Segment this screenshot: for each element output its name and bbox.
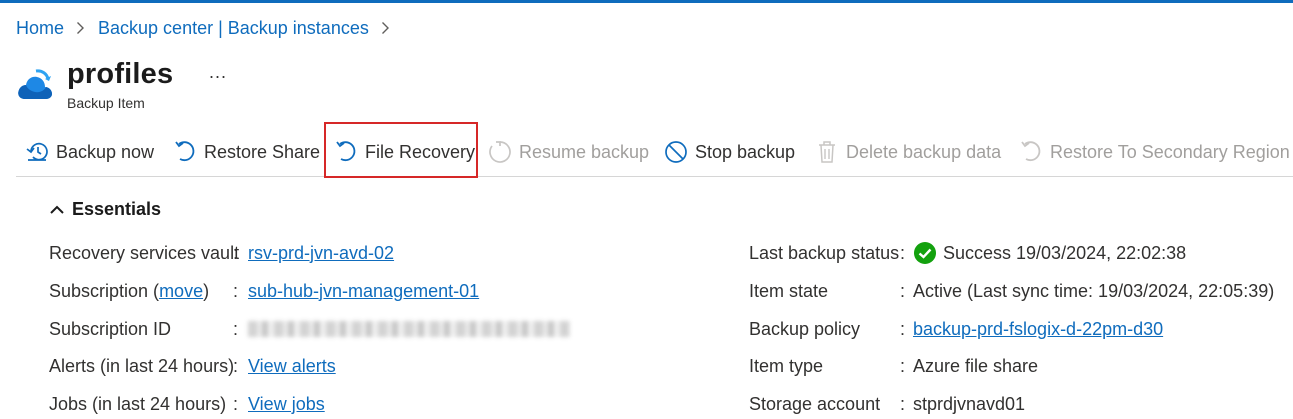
item-type-value: Azure file share (913, 355, 1039, 376)
page-subtitle: Backup Item (67, 95, 145, 111)
scroll-indicator (1287, 206, 1291, 210)
backup-now-button[interactable]: Backup now (24, 130, 154, 174)
stop-backup-button[interactable]: Stop backup (663, 130, 795, 174)
field-colon: : (900, 242, 906, 263)
field-label: Last backup status (749, 242, 900, 263)
move-subscription-link[interactable]: move (159, 281, 203, 301)
file-recovery-label: File Recovery (365, 141, 476, 162)
essentials-toggle[interactable]: Essentials (49, 199, 161, 220)
restore-share-label: Restore Share (204, 141, 321, 162)
breadcrumb-backup-center[interactable]: Backup center | Backup instances (98, 18, 369, 39)
essentials-title: Essentials (72, 199, 162, 219)
field-colon: : (233, 355, 239, 376)
field-colon: : (900, 280, 906, 301)
field-label: Subscription (move) (49, 280, 210, 301)
restore-icon (172, 139, 198, 165)
breadcrumb-home[interactable]: Home (16, 18, 64, 39)
field-label: Backup policy (749, 318, 861, 339)
field-storage-account: Storage account : stprdjvnavd01 (749, 392, 1289, 416)
restore-icon (1018, 139, 1044, 165)
page-header: profiles Backup Item (16, 58, 173, 111)
field-label: Item state (749, 280, 829, 301)
field-jobs: Jobs (in last 24 hours) : View jobs (49, 392, 689, 416)
file-recovery-button[interactable]: File Recovery (333, 130, 475, 174)
field-item-type: Item type : Azure file share (749, 354, 1289, 378)
field-recovery-vault: Recovery services vault : rsv-prd-jvn-av… (49, 241, 689, 265)
more-options-button[interactable]: ... (209, 62, 227, 83)
field-backup-policy: Backup policy : backup-prd-fslogix-d-22p… (749, 317, 1289, 341)
delete-backup-data-button[interactable]: Delete backup data (814, 130, 1001, 174)
field-alerts: Alerts (in last 24 hours) : View alerts (49, 354, 689, 378)
success-check-icon (914, 242, 936, 264)
field-label: Recovery services vault (49, 242, 240, 263)
subscription-link[interactable]: sub-hub-jvn-management-01 (248, 281, 479, 302)
field-label: Alerts (in last 24 hours) (49, 355, 235, 376)
field-colon: : (233, 242, 239, 263)
view-alerts-link[interactable]: View alerts (248, 356, 336, 377)
field-colon: : (233, 393, 239, 414)
field-last-backup-status: Last backup status : Success 19/03/2024,… (749, 241, 1289, 265)
field-label: Item type (749, 355, 824, 376)
field-colon: : (900, 393, 906, 414)
field-colon: : (233, 280, 239, 301)
backup-cloud-icon (16, 66, 54, 104)
field-colon: : (233, 318, 239, 339)
field-subscription: Subscription (move) : sub-hub-jvn-manage… (49, 279, 689, 303)
restore-secondary-label: Restore To Secondary Region (1050, 141, 1290, 162)
chevron-right-icon (381, 21, 390, 35)
refresh-icon (487, 139, 513, 165)
restore-share-button[interactable]: Restore Share (172, 130, 320, 174)
resume-backup-button[interactable]: Resume backup (487, 130, 649, 174)
stop-icon (663, 139, 689, 165)
restore-secondary-region-button[interactable]: Restore To Secondary Region (1018, 130, 1290, 174)
delete-backup-data-label: Delete backup data (846, 141, 1002, 162)
breadcrumb: Home Backup center | Backup instances (16, 16, 403, 40)
backup-now-label: Backup now (56, 141, 155, 162)
backup-now-icon (24, 139, 50, 165)
chevron-right-icon (76, 21, 85, 35)
field-label: Storage account (749, 393, 881, 414)
item-state-value: Active (Last sync time: 19/03/2024, 22:0… (913, 280, 1275, 301)
chevron-up-icon (50, 205, 64, 214)
top-accent-bar (0, 0, 1293, 3)
storage-account-value: stprdjvnavd01 (913, 393, 1026, 414)
field-label: Jobs (in last 24 hours) (49, 393, 227, 414)
field-colon: : (900, 318, 906, 339)
field-item-state: Item state : Active (Last sync time: 19/… (749, 279, 1289, 303)
field-subscription-id: Subscription ID : (49, 317, 689, 341)
backup-policy-link[interactable]: backup-prd-fslogix-d-22pm-d30 (913, 319, 1163, 340)
resume-backup-label: Resume backup (519, 141, 650, 162)
view-jobs-link[interactable]: View jobs (248, 394, 325, 415)
field-colon: : (900, 355, 906, 376)
stop-backup-label: Stop backup (695, 141, 796, 162)
trash-icon (814, 139, 840, 165)
subscription-id-redacted (248, 321, 570, 337)
last-backup-value: Success 19/03/2024, 22:02:38 (913, 241, 1186, 265)
page-title: profiles (67, 58, 174, 90)
command-toolbar: Backup now Restore Share File Recovery R… (16, 122, 1293, 178)
restore-icon (333, 139, 359, 165)
vault-link[interactable]: rsv-prd-jvn-avd-02 (248, 243, 394, 264)
last-backup-text: Success 19/03/2024, 22:02:38 (943, 242, 1187, 263)
field-label: Subscription ID (49, 318, 172, 339)
